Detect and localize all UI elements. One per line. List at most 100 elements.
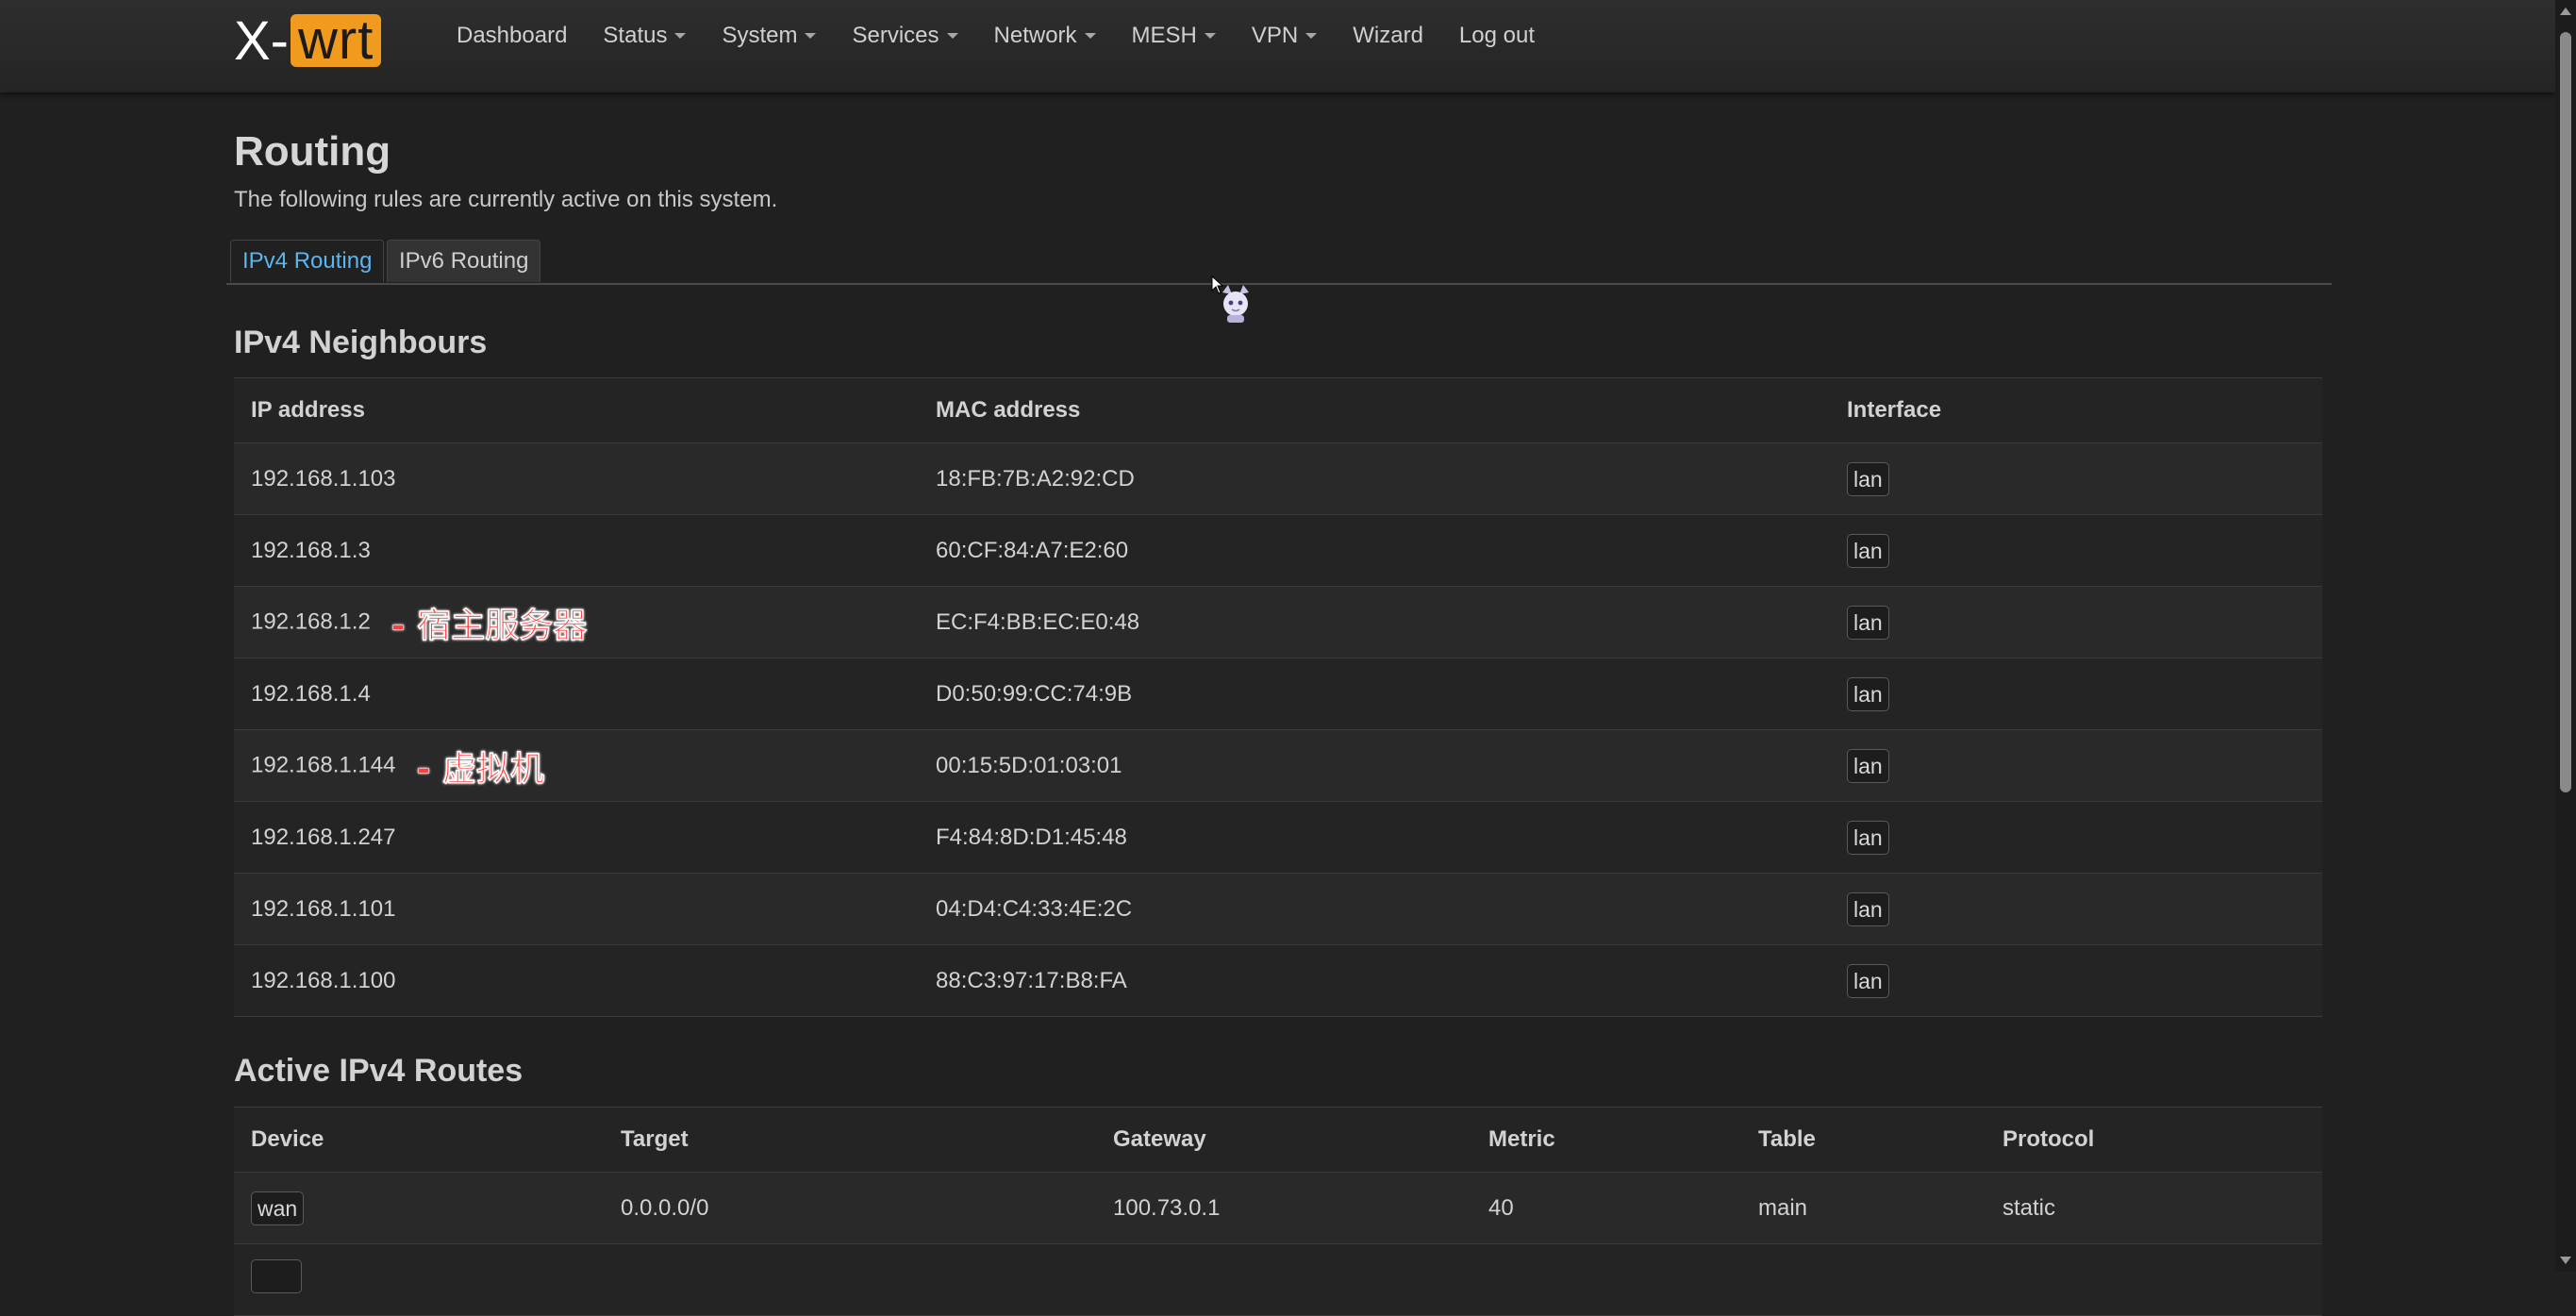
nav-system[interactable]: System — [722, 22, 817, 49]
cell-device: wan — [234, 1172, 604, 1244]
nav-vpn[interactable]: VPN — [1251, 22, 1318, 49]
header-interface: Interface — [1830, 377, 2322, 443]
nav-dashboard[interactable]: Dashboard — [457, 23, 567, 49]
cell-ip: 192.168.1.2 - 宿主服务器 — [234, 586, 919, 658]
routes-table: Device Target Gateway Metric Table Proto… — [234, 1107, 2322, 1316]
page-scrollbar[interactable] — [2555, 0, 2576, 1272]
interface-badge[interactable]: lan — [1847, 963, 1889, 998]
cell-target: 0.0.0.0/0 — [604, 1172, 1096, 1244]
page-description: The following rules are currently active… — [234, 187, 778, 212]
annotation-host-server: - 宿主服务器 — [391, 606, 588, 645]
neighbours-table: IP address MAC address Interface 192.168… — [234, 377, 2322, 1017]
cell-table — [1741, 1243, 1986, 1316]
cell-mac: EC:F4:BB:EC:E0:48 — [919, 586, 1830, 658]
interface-badge[interactable]: lan — [1847, 461, 1889, 496]
nav-mesh[interactable]: MESH — [1132, 23, 1216, 49]
nav-label: Services — [852, 22, 939, 48]
cell-mac: F4:84:8D:D1:45:48 — [919, 801, 1830, 874]
cell-interface: lan — [1830, 514, 2322, 587]
tab-ipv4-routing[interactable]: IPv4 Routing — [230, 240, 385, 282]
table-row: 192.168.1.2 - 宿主服务器 EC:F4:BB:EC:E0:48 lan — [234, 586, 2322, 658]
routing-tabs: IPv4 Routing IPv6 Routing — [226, 240, 2332, 285]
nav-label: VPN — [1251, 22, 1299, 48]
cell-mac: 04:D4:C4:33:4E:2C — [919, 873, 1830, 945]
cell-gateway — [1096, 1243, 1471, 1316]
device-badge[interactable]: wan — [251, 1191, 305, 1225]
interface-badge[interactable]: lan — [1847, 820, 1889, 855]
ip-text: 192.168.1.144 — [251, 751, 396, 777]
interface-badge[interactable]: lan — [1847, 748, 1889, 783]
scroll-thumb[interactable] — [2560, 32, 2571, 792]
table-row: 192.168.1.103 18:FB:7B:A2:92:CD lan — [234, 442, 2322, 515]
cell-ip: 192.168.1.4 — [234, 658, 919, 730]
brand-logo[interactable]: X- wrt — [234, 10, 382, 72]
interface-badge[interactable]: lan — [1847, 891, 1889, 926]
cell-gateway: 100.73.0.1 — [1096, 1172, 1471, 1244]
nav-wizard[interactable]: Wizard — [1353, 23, 1423, 49]
caret-down-icon — [674, 32, 687, 39]
neighbours-title: IPv4 Neighbours — [234, 325, 488, 360]
nav-label: Status — [603, 22, 668, 48]
cell-metric: 40 — [1471, 1172, 1741, 1244]
header-device: Device — [234, 1107, 604, 1173]
cell-metric — [1471, 1243, 1741, 1316]
table-row: 192.168.1.3 60:CF:84:A7:E2:60 lan — [234, 514, 2322, 587]
table-row: 192.168.1.247 F4:84:8D:D1:45:48 lan — [234, 801, 2322, 874]
top-navbar: X- wrt Dashboard Status System Services … — [0, 0, 2555, 92]
table-row: wan 0.0.0.0/0 100.73.0.1 40 main static — [234, 1172, 2322, 1244]
nav-label: Wizard — [1353, 22, 1423, 48]
scroll-down-arrow-icon[interactable] — [2560, 1257, 2571, 1264]
cell-ip: 192.168.1.101 — [234, 873, 919, 945]
cell-interface: lan — [1830, 586, 2322, 658]
interface-badge[interactable]: lan — [1847, 676, 1889, 711]
table-row: 192.168.1.100 88:C3:97:17:B8:FA lan — [234, 944, 2322, 1017]
scroll-up-arrow-icon[interactable] — [2560, 8, 2571, 15]
page-title: Routing — [234, 128, 391, 175]
desktop-pet-icon — [1222, 285, 1249, 323]
table-row: 192.168.1.4 D0:50:99:CC:74:9B lan — [234, 658, 2322, 730]
brand-suffix: wrt — [291, 13, 382, 68]
cell-target — [604, 1243, 1096, 1316]
nav-services[interactable]: Services — [852, 22, 958, 49]
nav-network[interactable]: Network — [994, 23, 1096, 49]
cell-device — [234, 1243, 604, 1316]
nav-label: Network — [993, 22, 1077, 48]
ip-text: 192.168.1.101 — [251, 895, 396, 922]
table-row: 192.168.1.144 - 虚拟机 00:15:5D:01:03:01 lan — [234, 729, 2322, 802]
caret-down-icon — [1084, 32, 1096, 39]
table-header-row: Device Target Gateway Metric Table Proto… — [234, 1107, 2322, 1173]
header-target: Target — [604, 1107, 1096, 1173]
cell-ip: 192.168.1.144 - 虚拟机 — [234, 729, 919, 802]
cell-ip: 192.168.1.247 — [234, 801, 919, 874]
cell-interface: lan — [1830, 944, 2322, 1017]
cell-interface: lan — [1830, 442, 2322, 515]
nav-label: Dashboard — [457, 22, 568, 48]
table-header-row: IP address MAC address Interface — [234, 377, 2322, 443]
caret-down-icon — [805, 32, 817, 39]
tab-ipv6-routing[interactable]: IPv6 Routing — [387, 240, 541, 282]
cell-mac: D0:50:99:CC:74:9B — [919, 658, 1830, 730]
header-metric: Metric — [1471, 1107, 1741, 1173]
cell-mac: 88:C3:97:17:B8:FA — [919, 944, 1830, 1017]
cell-interface: lan — [1830, 801, 2322, 874]
interface-badge[interactable]: lan — [1847, 533, 1889, 568]
interface-badge[interactable]: lan — [1847, 605, 1889, 640]
nav-label: MESH — [1131, 22, 1197, 48]
cell-mac: 18:FB:7B:A2:92:CD — [919, 442, 1830, 515]
nav-label: System — [722, 22, 798, 48]
cell-interface: lan — [1830, 729, 2322, 802]
routes-title: Active IPv4 Routes — [234, 1053, 524, 1089]
cell-protocol: static — [1986, 1172, 2322, 1244]
main-menu: Dashboard Status System Services Network… — [457, 0, 1571, 71]
device-badge[interactable] — [251, 1259, 302, 1293]
ip-text: 192.168.1.3 — [251, 537, 371, 563]
cell-interface: lan — [1830, 658, 2322, 730]
ip-text: 192.168.1.2 — [251, 608, 371, 634]
caret-down-icon — [1204, 32, 1216, 39]
nav-status[interactable]: Status — [603, 22, 687, 49]
cell-mac: 60:CF:84:A7:E2:60 — [919, 514, 1830, 587]
nav-logout[interactable]: Log out — [1459, 23, 1535, 49]
brand-prefix: X- — [234, 9, 289, 72]
cell-ip: 192.168.1.100 — [234, 944, 919, 1017]
nav-label: Log out — [1458, 22, 1535, 48]
